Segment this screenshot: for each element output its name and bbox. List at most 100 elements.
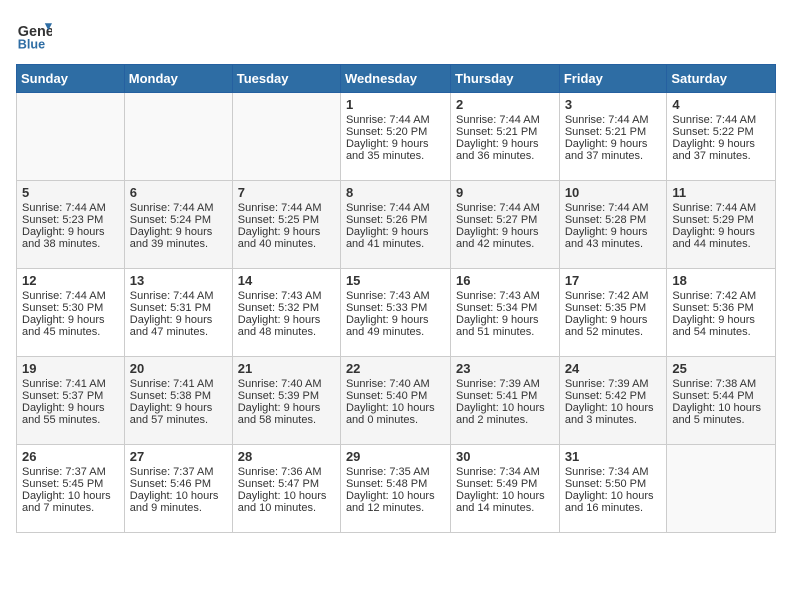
day-info: Daylight: 9 hours and 40 minutes. xyxy=(238,226,335,250)
day-number: 8 xyxy=(346,185,445,200)
day-number: 30 xyxy=(456,449,554,464)
day-info: Daylight: 9 hours and 44 minutes. xyxy=(672,226,770,250)
day-info: Sunrise: 7:44 AM xyxy=(456,114,554,126)
day-info: Sunset: 5:21 PM xyxy=(456,126,554,138)
day-info: Daylight: 9 hours and 42 minutes. xyxy=(456,226,554,250)
day-info: Sunset: 5:47 PM xyxy=(238,478,335,490)
day-info: Sunset: 5:23 PM xyxy=(22,214,119,226)
weekday-header: Thursday xyxy=(451,65,560,93)
day-number: 24 xyxy=(565,361,662,376)
day-info: Sunset: 5:49 PM xyxy=(456,478,554,490)
day-number: 14 xyxy=(238,273,335,288)
day-number: 15 xyxy=(346,273,445,288)
calendar-cell xyxy=(232,93,340,181)
day-number: 29 xyxy=(346,449,445,464)
calendar-cell: 9Sunrise: 7:44 AMSunset: 5:27 PMDaylight… xyxy=(451,181,560,269)
day-info: Daylight: 9 hours and 58 minutes. xyxy=(238,402,335,426)
day-info: Sunset: 5:42 PM xyxy=(565,390,662,402)
day-number: 3 xyxy=(565,97,662,112)
day-info: Daylight: 9 hours and 45 minutes. xyxy=(22,314,119,338)
calendar-cell: 16Sunrise: 7:43 AMSunset: 5:34 PMDayligh… xyxy=(451,269,560,357)
calendar-cell: 14Sunrise: 7:43 AMSunset: 5:32 PMDayligh… xyxy=(232,269,340,357)
day-number: 20 xyxy=(130,361,227,376)
calendar-cell: 30Sunrise: 7:34 AMSunset: 5:49 PMDayligh… xyxy=(451,445,560,533)
day-number: 4 xyxy=(672,97,770,112)
calendar-cell: 31Sunrise: 7:34 AMSunset: 5:50 PMDayligh… xyxy=(559,445,667,533)
day-info: Sunrise: 7:42 AM xyxy=(672,290,770,302)
logo-icon: General Blue xyxy=(16,16,52,52)
weekday-header: Sunday xyxy=(17,65,125,93)
weekday-header: Monday xyxy=(124,65,232,93)
day-info: Sunset: 5:39 PM xyxy=(238,390,335,402)
calendar-cell: 28Sunrise: 7:36 AMSunset: 5:47 PMDayligh… xyxy=(232,445,340,533)
day-info: Sunrise: 7:44 AM xyxy=(238,202,335,214)
day-info: Sunset: 5:48 PM xyxy=(346,478,445,490)
day-info: Sunrise: 7:44 AM xyxy=(672,114,770,126)
calendar-cell: 26 Sunrise: 7:37 AMSunset: 5:45 PMDayligh… xyxy=(17,445,125,533)
day-number: 12 xyxy=(22,273,119,288)
calendar-cell: 24Sunrise: 7:39 AMSunset: 5:42 PMDayligh… xyxy=(559,357,667,445)
day-info: Daylight: 9 hours and 36 minutes. xyxy=(456,138,554,162)
day-info: Sunrise: 7:43 AM xyxy=(238,290,335,302)
day-info: Sunrise: 7:41 AM xyxy=(22,378,119,390)
day-info: Sunset: 5:45 PM xyxy=(22,478,119,490)
day-info: Sunrise: 7:43 AM xyxy=(346,290,445,302)
day-info: Daylight: 10 hours and 16 minutes. xyxy=(565,490,662,514)
day-info: Sunset: 5:32 PM xyxy=(238,302,335,314)
weekday-header: Wednesday xyxy=(340,65,450,93)
calendar-cell: 20Sunrise: 7:41 AMSunset: 5:38 PMDayligh… xyxy=(124,357,232,445)
day-number: 13 xyxy=(130,273,227,288)
calendar-cell: 11Sunrise: 7:44 AMSunset: 5:29 PMDayligh… xyxy=(667,181,776,269)
calendar-week-row: 26Sunrise: 7:37 AMSunset: 5:45 PMDayligh… xyxy=(17,445,776,533)
day-info: Sunrise: 7:44 AM xyxy=(22,202,119,214)
day-info: Sunset: 5:34 PM xyxy=(456,302,554,314)
calendar-cell: 2Sunrise: 7:44 AMSunset: 5:21 PMDaylight… xyxy=(451,93,560,181)
calendar-cell: 29Sunrise: 7:35 AMSunset: 5:48 PMDayligh… xyxy=(340,445,450,533)
calendar-cell: 19Sunrise: 7:41 AMSunset: 5:37 PMDayligh… xyxy=(17,357,125,445)
day-number: 26 xyxy=(22,449,119,464)
day-number: 10 xyxy=(565,185,662,200)
calendar-cell: 10Sunrise: 7:44 AMSunset: 5:28 PMDayligh… xyxy=(559,181,667,269)
day-number: 11 xyxy=(672,185,770,200)
day-info: Daylight: 9 hours and 41 minutes. xyxy=(346,226,445,250)
day-info: Sunrise: 7:44 AM xyxy=(565,114,662,126)
calendar-cell: 18Sunrise: 7:42 AMSunset: 5:36 PMDayligh… xyxy=(667,269,776,357)
day-info: Sunrise: 7:42 AM xyxy=(565,290,662,302)
day-info: Sunset: 5:37 PM xyxy=(22,390,119,402)
logo: General Blue xyxy=(16,16,56,52)
day-info: Daylight: 9 hours and 37 minutes. xyxy=(565,138,662,162)
page-header: General Blue xyxy=(16,16,776,52)
day-info: Sunrise: 7:44 AM xyxy=(346,202,445,214)
day-info: Daylight: 10 hours and 10 minutes. xyxy=(238,490,335,514)
calendar-week-row: 5Sunrise: 7:44 AMSunset: 5:23 PMDaylight… xyxy=(17,181,776,269)
day-info: Sunset: 5:41 PM xyxy=(456,390,554,402)
day-info: Sunrise: 7:44 AM xyxy=(672,202,770,214)
day-info: Sunset: 5:25 PM xyxy=(238,214,335,226)
day-info: Daylight: 10 hours and 2 minutes. xyxy=(456,402,554,426)
day-info: Sunrise: 7:35 AM xyxy=(346,466,445,478)
day-number: 9 xyxy=(456,185,554,200)
day-info: Sunrise: 7:41 AM xyxy=(130,378,227,390)
day-info: Sunset: 5:31 PM xyxy=(130,302,227,314)
day-info: Sunrise: 7:37 AM xyxy=(130,466,227,478)
day-info: Daylight: 9 hours and 38 minutes. xyxy=(22,226,119,250)
day-info: Sunset: 5:26 PM xyxy=(346,214,445,226)
day-info: Sunset: 5:35 PM xyxy=(565,302,662,314)
calendar-header-row: SundayMondayTuesdayWednesdayThursdayFrid… xyxy=(17,65,776,93)
day-number: 17 xyxy=(565,273,662,288)
weekday-header: Tuesday xyxy=(232,65,340,93)
day-info: Sunset: 5:20 PM xyxy=(346,126,445,138)
calendar-cell xyxy=(667,445,776,533)
calendar-cell: 25Sunrise: 7:38 AMSunset: 5:44 PMDayligh… xyxy=(667,357,776,445)
day-info: Daylight: 10 hours and 9 minutes. xyxy=(130,490,227,514)
day-info: Sunrise: 7:39 AM xyxy=(565,378,662,390)
day-info: Daylight: 10 hours and 5 minutes. xyxy=(672,402,770,426)
day-info: Sunset: 5:30 PM xyxy=(22,302,119,314)
day-info: Daylight: 9 hours and 55 minutes. xyxy=(22,402,119,426)
day-info: Sunrise: 7:44 AM xyxy=(130,290,227,302)
calendar-week-row: 1Sunrise: 7:44 AMSunset: 5:20 PMDaylight… xyxy=(17,93,776,181)
day-info: Sunrise: 7:37 AM xyxy=(22,466,119,478)
day-info: Daylight: 9 hours and 51 minutes. xyxy=(456,314,554,338)
day-info: Sunset: 5:22 PM xyxy=(672,126,770,138)
day-info: Daylight: 10 hours and 7 minutes. xyxy=(22,490,119,514)
